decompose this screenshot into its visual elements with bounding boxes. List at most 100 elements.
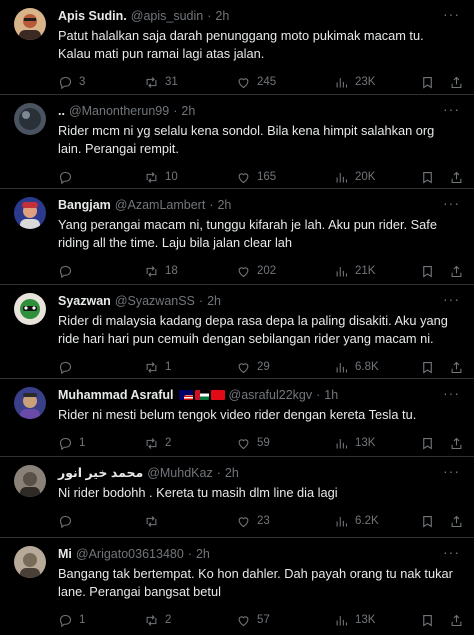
reply-count: 3 <box>79 76 86 88</box>
timestamp[interactable]: 2h <box>181 103 195 119</box>
reply-button[interactable] <box>58 264 144 279</box>
retweet-button[interactable]: 18 <box>144 264 236 279</box>
like-button[interactable]: 29 <box>236 360 334 375</box>
more-icon[interactable]: ··· <box>443 545 460 559</box>
tweet-header: Mi @Arigato03613480 · 2h <box>58 546 464 562</box>
avatar[interactable] <box>14 8 46 40</box>
display-name[interactable]: Apis Sudin. <box>58 8 127 24</box>
retweet-button[interactable]: 31 <box>144 75 236 90</box>
views-button[interactable]: 23K <box>334 75 420 90</box>
like-button[interactable]: 57 <box>236 613 334 628</box>
share-button[interactable] <box>449 170 464 185</box>
retweet-button[interactable]: 10 <box>144 170 236 185</box>
timestamp[interactable]: 1h <box>324 387 338 403</box>
tweet[interactable]: Bangjam @AzamLambert · 2h ··· Yang peran… <box>0 189 474 285</box>
heart-icon <box>238 516 249 527</box>
display-name[interactable]: Bangjam <box>58 197 111 213</box>
timestamp[interactable]: 2h <box>215 8 229 24</box>
reply-button[interactable]: 1 <box>58 613 144 628</box>
bookmark-button[interactable] <box>420 360 435 375</box>
avatar[interactable] <box>14 387 46 419</box>
retweet-button[interactable]: 2 <box>144 613 236 628</box>
user-handle[interactable]: @MuhdKaz <box>147 465 213 481</box>
share-button[interactable] <box>449 613 464 628</box>
timestamp[interactable]: 2h <box>196 546 210 562</box>
timestamp[interactable]: 2h <box>207 293 221 309</box>
heart-icon <box>238 77 249 88</box>
display-name[interactable]: Muhammad Asraful <box>58 387 174 403</box>
more-icon[interactable]: ··· <box>443 196 460 210</box>
user-handle[interactable]: @Manontherun99 <box>69 103 169 119</box>
bookmark-button[interactable] <box>420 264 435 279</box>
like-button[interactable]: 202 <box>236 264 334 279</box>
user-handle[interactable]: @AzamLambert <box>115 197 206 213</box>
retweet-icon <box>146 171 157 183</box>
views-button[interactable]: 20K <box>334 170 420 185</box>
bookmark-button[interactable] <box>420 514 435 529</box>
reply-button[interactable]: 1 <box>58 436 144 451</box>
display-name[interactable]: Syazwan <box>58 293 111 309</box>
display-name[interactable]: Mi <box>58 546 72 562</box>
user-handle[interactable]: @asraful22kgv <box>229 387 313 403</box>
more-icon[interactable]: ··· <box>443 102 460 116</box>
reply-button[interactable]: 3 <box>58 75 144 90</box>
heart-icon <box>238 615 249 626</box>
share-button[interactable] <box>449 264 464 279</box>
reply-button[interactable] <box>58 360 144 375</box>
action-bar: 10 165 20K <box>58 162 464 192</box>
user-handle[interactable]: @apis_sudin <box>131 8 203 24</box>
display-name[interactable]: .. <box>58 103 65 119</box>
reply-button[interactable] <box>58 514 144 529</box>
views-button[interactable]: 13K <box>334 613 420 628</box>
avatar[interactable] <box>14 103 46 135</box>
bookmark-icon <box>423 437 432 450</box>
more-icon[interactable]: ··· <box>443 7 460 21</box>
display-name[interactable]: محمد خير انور <box>58 465 143 481</box>
tweet[interactable]: .. @Manontherun99 · 2h ··· Rider mcm ni … <box>0 95 474 189</box>
views-button[interactable]: 6.2K <box>334 514 420 529</box>
avatar[interactable] <box>14 197 46 229</box>
share-button[interactable] <box>449 514 464 529</box>
more-icon[interactable]: ··· <box>443 386 460 400</box>
view-count: 6.2K <box>355 515 379 527</box>
tweet[interactable]: Syazwan @SyazwanSS · 2h ··· Rider di mal… <box>0 285 474 379</box>
user-handle[interactable]: @Arigato03613480 <box>76 546 184 562</box>
heart-icon <box>238 438 249 449</box>
avatar[interactable] <box>14 546 46 578</box>
share-button[interactable] <box>449 75 464 90</box>
view-count: 6.8K <box>355 361 379 373</box>
more-icon[interactable]: ··· <box>443 464 460 478</box>
views-button[interactable]: 13K <box>334 436 420 451</box>
views-button[interactable]: 21K <box>334 264 420 279</box>
retweet-button[interactable] <box>144 514 236 529</box>
retweet-button[interactable]: 2 <box>144 436 236 451</box>
tweet[interactable]: Mi @Arigato03613480 · 2h ··· Bangang tak… <box>0 538 474 628</box>
like-button[interactable]: 23 <box>236 514 334 529</box>
tweet[interactable]: Muhammad Asraful @asraful22kgv · 1h ··· … <box>0 379 474 457</box>
bookmark-button[interactable] <box>420 613 435 628</box>
reply-button[interactable] <box>58 170 144 185</box>
avatar[interactable] <box>14 465 46 497</box>
like-button[interactable]: 165 <box>236 170 334 185</box>
view-count: 20K <box>355 171 376 183</box>
share-button[interactable] <box>449 436 464 451</box>
share-button[interactable] <box>449 360 464 375</box>
tweet-text: Ni rider bodohh . Kereta tu masih dlm li… <box>58 485 338 500</box>
like-button[interactable]: 245 <box>236 75 334 90</box>
bookmark-button[interactable] <box>420 436 435 451</box>
user-handle[interactable]: @SyazwanSS <box>115 293 195 309</box>
retweet-button[interactable]: 1 <box>144 360 236 375</box>
reply-icon <box>59 265 72 278</box>
like-button[interactable]: 59 <box>236 436 334 451</box>
tweet[interactable]: Apis Sudin. @apis_sudin · 2h ··· Patut h… <box>0 0 474 95</box>
views-button[interactable]: 6.8K <box>334 360 420 375</box>
malaysia-flag-icon <box>178 390 193 400</box>
like-count: 165 <box>257 171 277 183</box>
timestamp[interactable]: 2h <box>225 465 239 481</box>
bookmark-button[interactable] <box>420 170 435 185</box>
more-icon[interactable]: ··· <box>443 292 460 306</box>
bookmark-button[interactable] <box>420 75 435 90</box>
avatar[interactable] <box>14 293 46 325</box>
timestamp[interactable]: 2h <box>217 197 231 213</box>
tweet[interactable]: محمد خير انور @MuhdKaz · 2h ··· Ni rider… <box>0 457 474 538</box>
